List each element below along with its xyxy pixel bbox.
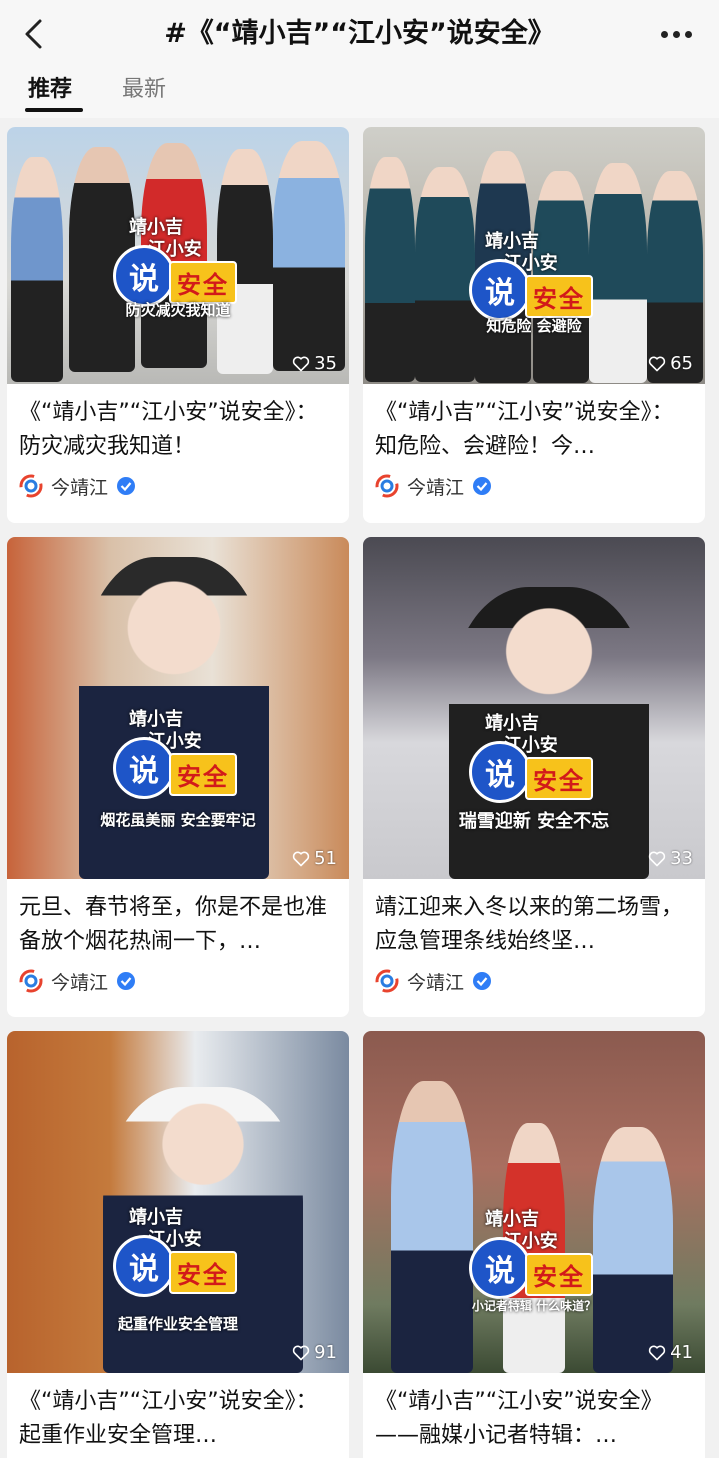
- like-count: 41: [648, 1342, 693, 1363]
- verified-badge-icon: [473, 477, 492, 495]
- heart-icon: [292, 851, 310, 866]
- video-caption: 瑞雪迎新 安全不忘: [458, 811, 610, 832]
- author-row[interactable]: 今靖江: [19, 959, 337, 1003]
- card-thumbnail[interactable]: 靖小吉 江小安 说 安全 小记者特辑 什么味道？ 41: [363, 1031, 705, 1373]
- card-title[interactable]: 《“靖小吉”“江小安”说安全》：防灾减灾我知道！: [19, 396, 337, 464]
- author-name: 今靖江: [407, 476, 465, 499]
- dot-icon: [672, 30, 680, 38]
- like-count: 51: [292, 848, 337, 869]
- heart-icon: [648, 1345, 666, 1360]
- heart-icon: [648, 851, 666, 866]
- top-bar: #《“靖小吉”“江小安”说安全》 推荐 最新: [0, 0, 719, 118]
- show-logo: 靖小吉 江小安 说 安全: [93, 217, 263, 307]
- more-options-button[interactable]: [651, 14, 701, 54]
- logo-shuo: 说: [113, 1235, 175, 1297]
- author-name: 今靖江: [407, 971, 465, 994]
- show-logo: 靖小吉 江小安 说 安全: [449, 713, 619, 803]
- verified-badge-icon: [117, 477, 136, 495]
- page-title: #《“靖小吉”“江小安”说安全》: [164, 18, 555, 49]
- feed-card[interactable]: 靖小吉 江小安 说 安全 起重作业安全管理 91 《“靖小吉”“江小安”说安全》…: [7, 1031, 349, 1458]
- heart-icon: [648, 356, 666, 371]
- feed-card[interactable]: 靖小吉 江小安 说 安全 知危险 会避险 65 《“靖小吉”“江小安”说安全》：…: [363, 127, 705, 523]
- logo-anquan: 安全: [525, 275, 593, 318]
- card-thumbnail[interactable]: 靖小吉 江小安 说 安全 知危险 会避险 65: [363, 127, 705, 384]
- logo-anquan: 安全: [525, 757, 593, 800]
- card-thumbnail[interactable]: 靖小吉 江小安 说 安全 防灾减灾我知道 35: [7, 127, 349, 384]
- author-row[interactable]: 今靖江: [19, 464, 337, 508]
- feed-card[interactable]: 靖小吉 江小安 说 安全 瑞雪迎新 安全不忘 33 靖江迎来入冬以来的第二场雪，…: [363, 537, 705, 1017]
- show-logo: 靖小吉 江小安 说 安全: [93, 1207, 263, 1297]
- author-row[interactable]: 今靖江: [375, 464, 693, 508]
- verified-badge-icon: [473, 972, 492, 990]
- card-thumbnail[interactable]: 靖小吉 江小安 说 安全 起重作业安全管理 91: [7, 1031, 349, 1373]
- jinjingjiang-logo-icon: [375, 969, 399, 993]
- card-title[interactable]: 《“靖小吉”“江小安”说安全》：起重作业安全管理…: [19, 1385, 337, 1453]
- card-thumbnail[interactable]: 靖小吉 江小安 说 安全 瑞雪迎新 安全不忘 33: [363, 537, 705, 879]
- card-title[interactable]: 《“靖小吉”“江小安”说安全》：知危险、会避险！今…: [375, 396, 693, 464]
- jinjingjiang-logo-icon: [19, 969, 43, 993]
- author-row[interactable]: 今靖江: [375, 959, 693, 1003]
- video-caption: 防灾减灾我知道: [125, 301, 231, 319]
- show-logo: 靖小吉 江小安 说 安全: [449, 1209, 619, 1299]
- logo-shuo: 说: [113, 737, 175, 799]
- jinjingjiang-logo-icon: [19, 474, 43, 498]
- video-caption: 起重作业安全管理: [117, 1315, 238, 1333]
- card-title[interactable]: 《“靖小吉”“江小安”说安全》——融媒小记者特辑：…: [375, 1385, 693, 1453]
- logo-anquan: 安全: [169, 753, 237, 796]
- logo-anquan: 安全: [169, 261, 237, 304]
- like-count: 91: [292, 1342, 337, 1363]
- chevron-left-icon: [25, 19, 42, 49]
- logo-anquan: 安全: [525, 1253, 593, 1296]
- logo-shuo: 说: [469, 1237, 531, 1299]
- logo-anquan: 安全: [169, 1251, 237, 1294]
- show-logo: 靖小吉 江小安 说 安全: [449, 231, 619, 321]
- back-button[interactable]: [14, 14, 54, 54]
- video-caption: 知危险 会避险: [486, 317, 582, 335]
- active-tab-indicator: [25, 108, 83, 112]
- card-title[interactable]: 元旦、春节将至，你是不是也准备放个烟花热闹一下，…: [19, 891, 337, 959]
- video-caption: 小记者特辑 什么味道？: [471, 1299, 597, 1313]
- tab-recommended[interactable]: 推荐: [28, 72, 72, 112]
- like-count: 33: [648, 848, 693, 869]
- show-logo: 靖小吉 江小安 说 安全: [93, 709, 263, 799]
- verified-badge-icon: [117, 972, 136, 990]
- heart-icon: [292, 356, 310, 371]
- jinjingjiang-logo-icon: [375, 474, 399, 498]
- author-name: 今靖江: [51, 971, 109, 994]
- dot-icon: [684, 30, 692, 38]
- feed-card[interactable]: 靖小吉 江小安 说 安全 烟花虽美丽 安全要牢记 51 元旦、春节将至，你是不是…: [7, 537, 349, 1017]
- author-name: 今靖江: [51, 476, 109, 499]
- like-count: 35: [292, 353, 337, 374]
- logo-shuo: 说: [469, 259, 531, 321]
- logo-shuo: 说: [469, 741, 531, 803]
- tab-bar: 推荐 最新: [0, 70, 719, 118]
- heart-icon: [292, 1345, 310, 1360]
- tab-latest[interactable]: 最新: [122, 72, 166, 112]
- video-caption: 烟花虽美丽 安全要牢记: [100, 811, 256, 829]
- feed-card[interactable]: 靖小吉 江小安 说 安全 小记者特辑 什么味道？ 41 《“靖小吉”“江小安”说…: [363, 1031, 705, 1458]
- card-thumbnail[interactable]: 靖小吉 江小安 说 安全 烟花虽美丽 安全要牢记 51: [7, 537, 349, 879]
- feed-card[interactable]: 靖小吉 江小安 说 安全 防灾减灾我知道 35 《“靖小吉”“江小安”说安全》：…: [7, 127, 349, 523]
- like-count: 65: [648, 353, 693, 374]
- dot-icon: [660, 30, 668, 38]
- card-title[interactable]: 靖江迎来入冬以来的第二场雪，应急管理条线始终坚…: [375, 891, 693, 959]
- logo-shuo: 说: [113, 245, 175, 307]
